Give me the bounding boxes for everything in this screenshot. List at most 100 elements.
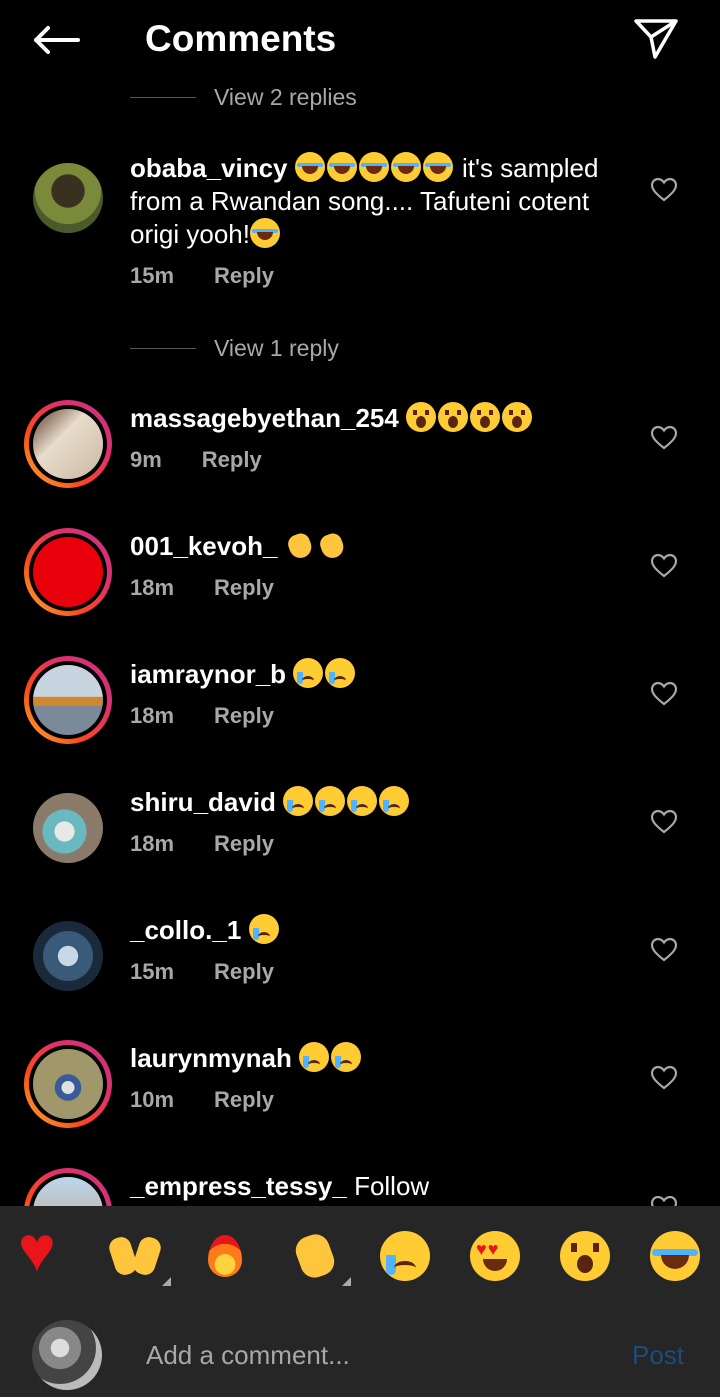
laughing-emoji-icon [294, 152, 325, 182]
comment-time: 10m [130, 1087, 175, 1112]
comment-time: 15m [130, 959, 175, 984]
avatar[interactable] [24, 656, 112, 744]
crying-face-icon [380, 1231, 430, 1281]
header: Comments [0, 0, 720, 80]
comment-time: 18m [130, 703, 175, 728]
avatar-image [33, 665, 103, 735]
reply-button[interactable]: Reply [214, 263, 274, 289]
crying-emoji-icon [347, 786, 378, 816]
reaction-fire-button[interactable] [197, 1228, 253, 1284]
avatar[interactable] [24, 1040, 112, 1128]
follow-link[interactable]: Follow [347, 1171, 429, 1201]
astonished-emoji-icon [470, 402, 501, 432]
view-replies-label: View 2 replies [214, 83, 357, 110]
laughing-emoji-icon [422, 152, 453, 182]
reaction-crying-button[interactable] [377, 1228, 433, 1284]
comment-body: 001_kevoh_ 18m Reply [130, 530, 630, 601]
reaction-heart-eyes-button[interactable] [467, 1228, 523, 1284]
avatar-ring-gap [29, 661, 107, 739]
comment-composer: Post [0, 1306, 720, 1397]
comment-text: 001_kevoh_ [130, 530, 630, 563]
comment-time: 9m [130, 447, 162, 472]
reaction-clap-button[interactable] [287, 1228, 351, 1286]
comment-username[interactable]: laurynmynah [130, 1043, 292, 1073]
avatar-image [33, 1177, 103, 1206]
like-button[interactable] [648, 806, 680, 838]
clapping-hands-emoji-icon [285, 530, 315, 560]
clapping-hands-icon [290, 1231, 340, 1281]
comment-body: laurynmynah 10m Reply [130, 1042, 630, 1113]
reaction-raised-hands-button[interactable] [107, 1228, 171, 1286]
comment-username[interactable]: shiru_david [130, 787, 276, 817]
fire-icon [200, 1231, 250, 1281]
comment-body: massagebyethan_254 9m Reply [130, 402, 630, 473]
comment-username[interactable]: massagebyethan_254 [130, 403, 399, 433]
raised-hands-icon [110, 1231, 160, 1281]
reaction-laughing-button[interactable] [647, 1228, 703, 1284]
avatar[interactable] [24, 400, 112, 488]
avatar-image [33, 409, 103, 479]
avatar-ring-gap [29, 1045, 107, 1123]
reply-button[interactable]: Reply [214, 959, 274, 985]
post-button[interactable]: Post [632, 1340, 684, 1371]
comment-input[interactable] [144, 1332, 608, 1378]
page-title: Comments [145, 18, 337, 59]
avatar-image [33, 921, 103, 991]
avatar[interactable] [24, 154, 112, 242]
red-heart-icon [18, 1217, 70, 1281]
comment-meta: 9m Reply [130, 447, 630, 473]
comment-text: laurynmynah [130, 1042, 630, 1075]
avatar[interactable] [24, 1168, 112, 1206]
comment-meta: 15m Reply [130, 263, 630, 289]
heart-outline-icon [651, 1066, 677, 1090]
crying-emoji-icon [293, 658, 324, 688]
comments-list[interactable]: View 2 replies obaba_vincy it's sampled … [0, 80, 720, 1206]
avatar-ring-gap [29, 533, 107, 611]
share-button[interactable] [628, 14, 684, 64]
reaction-wow-button[interactable] [557, 1228, 613, 1284]
reaction-heart-button[interactable] [17, 1217, 73, 1284]
divider [130, 347, 196, 349]
like-button[interactable] [648, 1192, 680, 1206]
comment-username[interactable]: 001_kevoh_ [130, 531, 277, 561]
like-button[interactable] [648, 422, 680, 454]
laughing-emoji-icon [326, 152, 357, 182]
like-button[interactable] [648, 550, 680, 582]
view-replies-link[interactable]: View 2 replies [130, 82, 357, 112]
comment-username[interactable]: _empress_tessy_ [130, 1171, 347, 1201]
crying-emoji-icon [248, 914, 279, 944]
comment-time: 18m [130, 575, 175, 600]
avatar[interactable] [24, 784, 112, 872]
reply-button[interactable]: Reply [202, 447, 262, 473]
comment-meta: 18m Reply [130, 703, 630, 729]
astonished-emoji-icon [406, 402, 437, 432]
comment-username[interactable]: obaba_vincy [130, 153, 288, 183]
comment-text: obaba_vincy it's sampled from a Rwandan … [130, 152, 630, 251]
laughing-emoji-icon [390, 152, 421, 182]
reply-button[interactable]: Reply [214, 1087, 274, 1113]
like-button[interactable] [648, 174, 680, 206]
comment-meta: 15m Reply [130, 959, 630, 985]
like-button[interactable] [648, 1062, 680, 1094]
like-button[interactable] [648, 678, 680, 710]
comment-username[interactable]: iamraynor_b [130, 659, 286, 689]
avatar-image [33, 793, 103, 863]
avatar[interactable] [24, 528, 112, 616]
like-button[interactable] [648, 934, 680, 966]
avatar[interactable] [24, 912, 112, 1000]
laughing-face-icon [650, 1231, 700, 1281]
reply-button[interactable]: Reply [214, 575, 274, 601]
view-replies-link[interactable]: View 1 reply [130, 333, 339, 363]
view-replies-label: View 1 reply [214, 334, 339, 361]
reply-button[interactable]: Reply [214, 831, 274, 857]
arrow-left-icon [34, 26, 80, 54]
laughing-emoji-icon [249, 218, 280, 248]
comment-username[interactable]: _collo._1 [130, 915, 241, 945]
divider [130, 96, 196, 98]
heart-eyes-icon [470, 1231, 520, 1281]
comment-body: shiru_david 18m Reply [130, 786, 630, 857]
avatar-image [33, 537, 103, 607]
reply-button[interactable]: Reply [214, 703, 274, 729]
crying-emoji-icon [331, 1042, 362, 1072]
back-button[interactable] [30, 18, 82, 62]
